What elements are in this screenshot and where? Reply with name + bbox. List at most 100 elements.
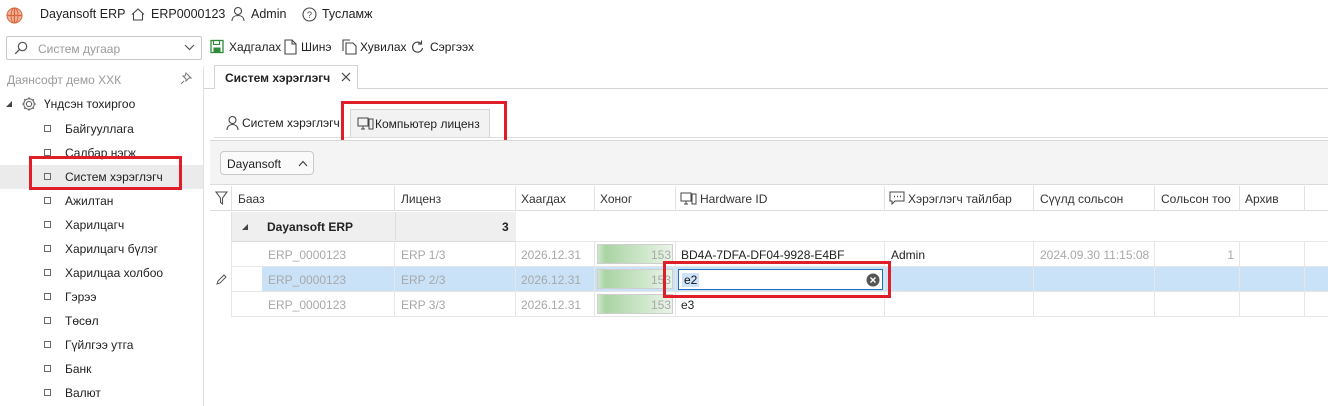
user-icon [231, 6, 245, 22]
app-logo-icon [6, 7, 23, 24]
column-header-user-note[interactable]: Хэрэглэгч тайлбар [885, 186, 1034, 211]
close-icon[interactable] [341, 72, 351, 82]
pencil-edit-icon [216, 274, 227, 285]
column-header-label: Архив [1245, 192, 1279, 206]
cell-user-note[interactable] [885, 267, 1034, 292]
help-link[interactable]: Тусламж [322, 7, 373, 21]
search-icon [14, 41, 28, 55]
sidebar-item-customer[interactable]: Харилцагч [0, 213, 203, 237]
cell-license[interactable]: ERP 1/3 [395, 242, 516, 267]
tab-strip-divider [204, 88, 1328, 89]
cell-closes[interactable]: 2026.12.31 [516, 292, 595, 317]
group-row[interactable]: Dayansoft ERP 3 [232, 212, 516, 242]
sidebar-item-currency[interactable]: Валют [0, 381, 203, 405]
column-header-label: Лиценз [401, 192, 442, 206]
user-name[interactable]: Admin [251, 7, 286, 21]
column-header-closes[interactable]: Хаагдах [516, 186, 595, 211]
column-header-base[interactable]: Бааз [232, 186, 395, 211]
tab-label: Систем хэрэглэгч [225, 71, 331, 85]
cell-archive[interactable] [1240, 242, 1305, 267]
user-icon [226, 115, 239, 131]
new-document-icon [284, 39, 297, 55]
collapse-triangle-icon[interactable] [5, 100, 13, 108]
column-header-last-changed[interactable]: Сүүлд сольсон [1034, 186, 1155, 211]
sidebar-item-label: Харилцагч [65, 218, 125, 232]
bullet-icon [44, 317, 51, 324]
refresh-label: Сэргээх [430, 40, 474, 54]
cell-text: 2024.09.30 11:15:08 [1040, 248, 1150, 262]
comment-icon [889, 191, 905, 205]
cell-archive[interactable] [1240, 267, 1305, 292]
navigation-panel: Даянсофт демо ХХК Үндсэн тохиргоо Байгуу… [0, 66, 204, 406]
sidebar-item-organization[interactable]: Байгууллага [0, 117, 203, 141]
refresh-icon [410, 39, 425, 55]
cell-text: 2026.12.31 [521, 248, 582, 262]
filter-icon[interactable] [215, 191, 228, 205]
pin-icon[interactable] [180, 72, 192, 85]
cell-last-changed[interactable]: 2024.09.30 11:15:08 [1034, 242, 1155, 267]
cell-user-note[interactable] [885, 292, 1034, 317]
column-header-label: Хэрэглэгч тайлбар [908, 192, 1012, 206]
search-input[interactable]: Систем дугаар [6, 36, 202, 60]
cell-user-note[interactable]: Admin [885, 242, 1034, 267]
group-row-gutter [210, 212, 232, 242]
cell-archive[interactable] [1240, 292, 1305, 317]
cell-license[interactable]: ERP 3/3 [395, 292, 516, 317]
cell-closes[interactable]: 2026.12.31 [516, 267, 595, 292]
column-header-hardware-id[interactable]: Hardware ID [676, 186, 885, 211]
title-bar: Dayansoft ERP ERP0000123 Admin ? Тусламж [0, 0, 1328, 30]
database-code[interactable]: ERP0000123 [151, 7, 225, 21]
toolbar: Систем дугаар Хадгалах Шинэ Хувилах Сэрг… [0, 33, 1328, 63]
cell-last-changed[interactable] [1034, 292, 1155, 317]
gear-icon [21, 96, 37, 112]
cell-license[interactable]: ERP 2/3 [395, 267, 516, 292]
sidebar-item-project[interactable]: Төсөл [0, 309, 203, 333]
sidebar-item-label: Ажилтан [65, 194, 114, 208]
sidebar-item-transaction-meaning[interactable]: Гүйлгээ утга [0, 333, 203, 357]
bullet-icon [44, 341, 51, 348]
svg-text:?: ? [307, 10, 312, 20]
bullet-icon [44, 293, 51, 300]
sidebar-item-bank[interactable]: Банк [0, 357, 203, 381]
group-by-chip[interactable]: Dayansoft [220, 151, 314, 175]
column-header-license[interactable]: Лиценз [395, 186, 516, 211]
highlight-hardware-id-editor [663, 261, 891, 298]
save-label: Хадгалах [229, 40, 282, 54]
group-name: Dayansoft ERP [267, 220, 354, 234]
subtab-system-user[interactable]: Систем хэрэглэгч [222, 109, 342, 137]
chevron-up-icon[interactable] [298, 160, 308, 167]
cell-change-count[interactable] [1155, 267, 1240, 292]
column-header-days[interactable]: Хоног [595, 186, 676, 211]
home-icon[interactable] [131, 8, 145, 21]
row-indicator[interactable] [210, 242, 232, 267]
filter-header-cell[interactable] [210, 186, 232, 211]
bullet-icon [44, 125, 51, 132]
bullet-icon [44, 269, 51, 276]
cell-last-changed[interactable] [1034, 267, 1155, 292]
cell-change-count[interactable]: 1 [1155, 242, 1240, 267]
chevron-down-icon[interactable] [184, 44, 195, 51]
bullet-icon [44, 389, 51, 396]
cell-filler [1305, 292, 1328, 317]
sidebar-item-communication[interactable]: Харилцаа холбоо [0, 261, 203, 285]
sidebar-item-customer-group[interactable]: Харилцагч бүлэг [0, 237, 203, 261]
column-header-archive[interactable]: Архив [1240, 186, 1305, 211]
sidebar-item-label: Байгууллага [65, 122, 134, 136]
column-header-label: Сүүлд сольсон [1040, 192, 1124, 206]
cell-closes[interactable]: 2026.12.31 [516, 242, 595, 267]
cell-change-count[interactable] [1155, 292, 1240, 317]
cell-base[interactable]: ERP_0000123 [262, 242, 395, 267]
column-header-change-count[interactable]: Сольсон тоо [1155, 186, 1240, 211]
cell-base[interactable]: ERP_0000123 [262, 267, 395, 292]
tree-node-main-settings[interactable]: Үндсэн тохиргоо [0, 92, 203, 116]
row-indicator[interactable] [210, 292, 232, 317]
app-name: Dayansoft ERP [40, 7, 126, 21]
sidebar-item-contract[interactable]: Гэрээ [0, 285, 203, 309]
bullet-icon [44, 221, 51, 228]
highlight-license-tab [341, 101, 507, 143]
sidebar-item-employee[interactable]: Ажилтан [0, 189, 203, 213]
row-indicator[interactable] [210, 267, 232, 292]
tab-system-user[interactable]: Систем хэрэглэгч [214, 65, 358, 89]
collapse-triangle-icon[interactable] [241, 223, 249, 231]
cell-base[interactable]: ERP_0000123 [262, 292, 395, 317]
